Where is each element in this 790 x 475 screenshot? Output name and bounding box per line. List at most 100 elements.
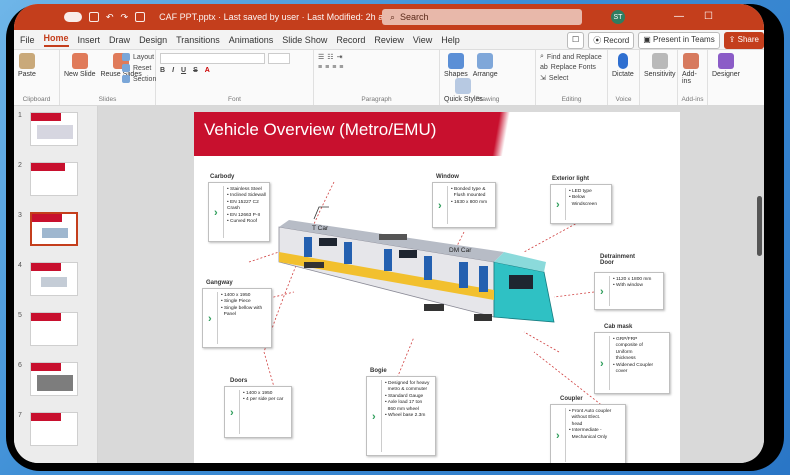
slide-thumbnail-5[interactable] [30, 312, 78, 346]
select-label: Select [548, 74, 569, 82]
font-format-buttons: B I U S A [160, 67, 309, 74]
align-left-icon[interactable]: ≡ [318, 64, 322, 71]
new-slide-icon [71, 53, 88, 69]
slide-canvas[interactable]: Vehicle Overview (Metro/EMU) T Car DM Ca… [98, 106, 764, 463]
avatar[interactable]: ST [611, 10, 625, 24]
slide-thumbnail-1[interactable] [30, 112, 78, 146]
slide-thumbnail-6[interactable] [30, 362, 78, 396]
strikethrough-button[interactable]: S [193, 67, 198, 74]
tab-draw[interactable]: Draw [109, 35, 130, 45]
undo-icon[interactable]: ↶ [106, 12, 114, 23]
slide-thumbnail-2[interactable] [30, 162, 78, 196]
slide-options: Layout Reset Section [122, 53, 156, 86]
redo-icon[interactable]: ↷ [121, 12, 129, 23]
quick-access-toolbar: ↶ ↷ [64, 12, 146, 23]
gangway-box[interactable]: › • 1400 x 1950 • Single Piece • Single … [202, 288, 272, 348]
paste-button[interactable]: Paste [18, 53, 36, 78]
minimize-icon[interactable]: — [674, 11, 684, 22]
detrainment-door-box[interactable]: › • 1120 x 1800 mm • With window [594, 272, 664, 310]
slides-group: New Slide Reuse Slides Layout Reset Sect… [60, 50, 156, 105]
slide-thumbnail-7[interactable] [30, 412, 78, 446]
voice-group: Dictate Voice [608, 50, 640, 105]
font-color-icon[interactable]: A [205, 67, 210, 74]
new-slide-button[interactable]: New Slide [64, 53, 96, 78]
slide-thumbnail-3[interactable] [30, 212, 78, 246]
chevron-right-icon: › [556, 430, 560, 442]
select-icon: ⇲ [540, 75, 546, 82]
paragraph-label: Paragraph [361, 96, 392, 103]
layout-icon [122, 53, 130, 61]
tab-home[interactable]: Home [43, 33, 69, 47]
share-button[interactable]: ⇪ Share [723, 32, 764, 49]
tab-animations[interactable]: Animations [229, 35, 274, 45]
font-name-select[interactable] [160, 53, 265, 64]
exterior-light-label: Exterior light [552, 176, 590, 182]
comments-button[interactable]: ☐ [567, 32, 585, 49]
sensitivity-button[interactable]: Sensitivity [644, 53, 676, 78]
bullets-icon[interactable]: ☰ [318, 53, 324, 61]
addins-label: Add-ins [682, 71, 697, 85]
tab-insert[interactable]: Insert [78, 35, 101, 45]
section-button[interactable]: Section [122, 75, 156, 83]
quick-styles-icon [455, 78, 472, 94]
replace-fonts-label: Replace Fonts [550, 64, 596, 71]
customize-icon[interactable] [135, 12, 146, 22]
arrange-label: Arrange [472, 71, 498, 78]
replace-fonts-button[interactable]: ab Replace Fonts [540, 64, 603, 71]
tab-design[interactable]: Design [139, 35, 167, 45]
align-buttons: ≡ ≡ ≡ ≡ [318, 64, 435, 71]
sensitivity-label: Sensitivity [644, 71, 676, 78]
numbering-icon[interactable]: ☷ [327, 53, 333, 61]
dictate-button[interactable]: Dictate [612, 53, 634, 78]
tab-transitions[interactable]: Transitions [176, 35, 220, 45]
cab-mask-box[interactable]: › • GRP/FRP composite of Uniform thickne… [594, 332, 670, 394]
editing-label: Editing [561, 96, 582, 103]
autosave-toggle[interactable] [64, 12, 82, 22]
present-label: Present in Teams [653, 35, 715, 44]
ribbon-tabs: File Home Insert Draw Design Transitions… [14, 30, 764, 50]
tab-view[interactable]: View [413, 35, 432, 45]
addins-button[interactable]: Add-ins [682, 53, 700, 85]
doors-box[interactable]: › • 1400 x 1950 • 4 per side per car [224, 386, 292, 438]
italic-button[interactable]: I [172, 67, 174, 74]
chevron-right-icon: › [214, 207, 218, 219]
tab-file[interactable]: File [20, 35, 35, 45]
justify-icon[interactable]: ≡ [339, 64, 343, 71]
reset-button[interactable]: Reset [122, 64, 156, 72]
align-center-icon[interactable]: ≡ [325, 64, 329, 71]
chevron-right-icon: › [208, 313, 212, 325]
window-box[interactable]: › • Bonded type & Flush mounted • 1630 x… [432, 182, 496, 228]
bold-button[interactable]: B [160, 67, 165, 74]
select-button[interactable]: ⇲ Select [540, 74, 603, 83]
vertical-scrollbar[interactable] [757, 196, 762, 256]
underline-button[interactable]: U [181, 67, 186, 74]
present-teams-button[interactable]: ▣ Present in Teams [638, 32, 720, 49]
layout-button[interactable]: Layout [122, 53, 156, 61]
clipboard-label: Clipboard [22, 96, 51, 103]
find-replace-button[interactable]: ⌕ Find and Replace [540, 53, 603, 61]
file-name[interactable]: CAF PPT.pptx · Last saved by user · Last… [159, 12, 393, 22]
shapes-button[interactable]: Shapes [444, 53, 468, 78]
font-size-select[interactable] [268, 53, 290, 64]
tab-slide-show[interactable]: Slide Show [282, 35, 327, 45]
indent-icon[interactable]: ⇥ [337, 53, 343, 61]
bogie-box[interactable]: › • Designed for heavy metro & commuter … [366, 376, 436, 456]
slide[interactable]: Vehicle Overview (Metro/EMU) T Car DM Ca… [194, 112, 680, 463]
align-right-icon[interactable]: ≡ [332, 64, 336, 71]
save-icon[interactable] [89, 12, 99, 22]
maximize-icon[interactable]: ☐ [704, 11, 713, 22]
search-box[interactable]: ⌕ Search [382, 9, 582, 25]
arrange-button[interactable]: Arrange [473, 53, 498, 78]
coupler-box[interactable]: › • Front Auto coupler without Elect. he… [550, 404, 626, 463]
tab-record[interactable]: Record [336, 35, 365, 45]
layout-label: Layout [133, 53, 155, 61]
new-slide-label: New Slide [64, 71, 96, 78]
record-button[interactable]: ⦿ Record [588, 32, 635, 49]
tab-review[interactable]: Review [374, 35, 404, 45]
carbody-box[interactable]: › • Stainless Steel • Inclined Sidewall … [208, 182, 270, 242]
designer-button[interactable]: Designer [712, 53, 740, 78]
slide-thumbnail-4[interactable] [30, 262, 78, 296]
dictate-label: Dictate [612, 71, 634, 78]
tab-help[interactable]: Help [441, 35, 460, 45]
exterior-light-box[interactable]: › • LED type • Below Windscreen [550, 184, 612, 224]
